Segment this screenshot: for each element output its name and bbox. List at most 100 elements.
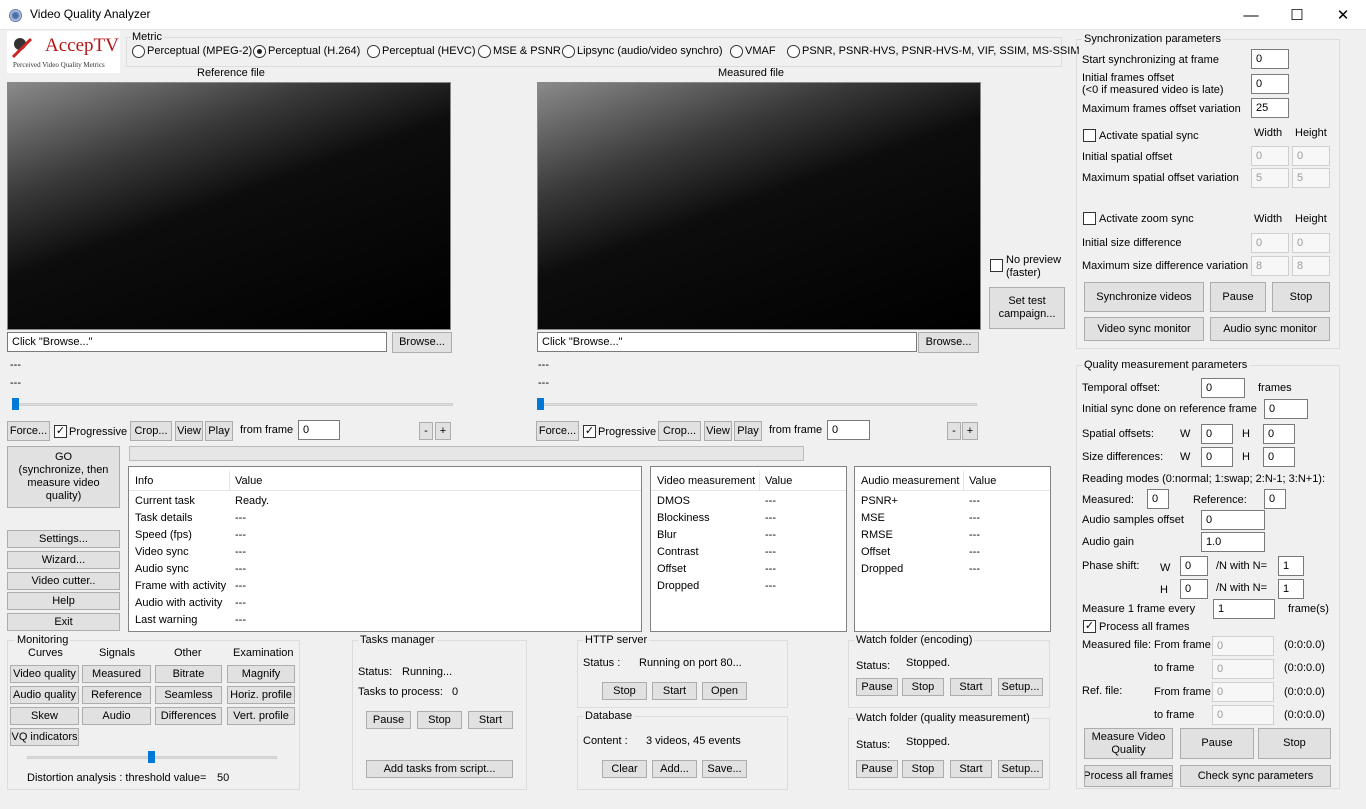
measured-slider-thumb[interactable] — [537, 398, 544, 410]
measured-path-field[interactable]: Click "Browse..." — [537, 332, 917, 352]
metric-radio-mpeg2[interactable] — [132, 45, 145, 58]
skew-button[interactable]: Skew — [10, 707, 79, 725]
reading-reference-input[interactable]: 0 — [1264, 489, 1286, 509]
sync-stop-button[interactable]: Stop — [1272, 282, 1330, 312]
watch-encoding-start-button[interactable]: Start — [950, 678, 992, 696]
phase-h-input[interactable]: 0 — [1180, 579, 1208, 599]
quality-pause-button[interactable]: Pause — [1180, 728, 1254, 759]
sync-start-input[interactable]: 0 — [1251, 49, 1289, 69]
watch-encoding-setup-button[interactable]: Setup... — [998, 678, 1043, 696]
database-clear-button[interactable]: Clear — [602, 760, 647, 778]
audio-sync-monitor-button[interactable]: Audio sync monitor — [1210, 317, 1330, 341]
audio-signal-button[interactable]: Audio — [82, 707, 151, 725]
check-sync-parameters-button[interactable]: Check sync parameters — [1180, 765, 1331, 787]
size-h-input[interactable]: 0 — [1263, 447, 1295, 467]
watch-quality-stop-button[interactable]: Stop — [902, 760, 944, 778]
magnify-button[interactable]: Magnify — [227, 665, 295, 683]
spatial-sync-checkbox[interactable] — [1083, 129, 1096, 142]
max-spatial-height-input[interactable]: 5 — [1292, 168, 1330, 188]
init-spatial-width-input[interactable]: 0 — [1251, 146, 1289, 166]
init-size-height-input[interactable]: 0 — [1292, 233, 1330, 253]
process-all-frames-checkbox[interactable]: ✓ — [1083, 620, 1096, 633]
add-tasks-button[interactable]: Add tasks from script... — [366, 760, 513, 778]
tasks-stop-button[interactable]: Stop — [417, 711, 462, 729]
watch-quality-setup-button[interactable]: Setup... — [998, 760, 1043, 778]
temporal-offset-input[interactable]: 0 — [1201, 378, 1245, 398]
sync-initial-input[interactable]: 0 — [1251, 74, 1289, 94]
size-w-input[interactable]: 0 — [1201, 447, 1233, 467]
no-preview-checkbox[interactable] — [990, 259, 1003, 272]
http-open-button[interactable]: Open — [702, 682, 747, 700]
measured-browse-button[interactable]: Browse... — [918, 332, 979, 353]
reference-view-button[interactable]: View — [175, 421, 203, 441]
horiz-profile-button[interactable]: Horiz. profile — [227, 686, 295, 704]
reference-force-button[interactable]: Force... — [7, 421, 50, 441]
max-spatial-width-input[interactable]: 5 — [1251, 168, 1289, 188]
watch-quality-start-button[interactable]: Start — [950, 760, 992, 778]
measured-plus-button[interactable]: + — [962, 422, 978, 440]
database-add-button[interactable]: Add... — [652, 760, 697, 778]
reference-crop-button[interactable]: Crop... — [130, 421, 172, 441]
metric-radio-vmaf[interactable] — [730, 45, 743, 58]
vq-indicators-button[interactable]: VQ indicators — [10, 728, 79, 746]
ref-from-input[interactable]: 0 — [1212, 682, 1274, 702]
metric-radio-lipsync[interactable] — [562, 45, 575, 58]
measure-every-input[interactable]: 1 — [1213, 599, 1275, 619]
init-spatial-height-input[interactable]: 0 — [1292, 146, 1330, 166]
reference-minus-button[interactable]: - — [419, 422, 433, 440]
video-sync-monitor-button[interactable]: Video sync monitor — [1084, 317, 1204, 341]
settings-button[interactable]: Settings... — [7, 530, 120, 548]
max-size-height-input[interactable]: 8 — [1292, 256, 1330, 276]
audio-measurement-table[interactable]: Audio measurement Value PSNR+ --- MSE --- … — [854, 466, 1051, 632]
measured-crop-button[interactable]: Crop... — [658, 421, 701, 441]
watch-encoding-pause-button[interactable]: Pause — [856, 678, 898, 696]
measured-force-button[interactable]: Force... — [536, 421, 579, 441]
metric-radio-hevc[interactable] — [367, 45, 380, 58]
http-stop-button[interactable]: Stop — [602, 682, 647, 700]
ref-to-input[interactable]: 0 — [1212, 705, 1274, 725]
reference-path-field[interactable]: Click "Browse..." — [7, 332, 387, 352]
video-quality-button[interactable]: Video quality — [10, 665, 79, 683]
audio-offset-input[interactable]: 0 — [1201, 510, 1265, 530]
reference-slider[interactable] — [12, 403, 453, 406]
max-size-width-input[interactable]: 8 — [1251, 256, 1289, 276]
reference-browse-button[interactable]: Browse... — [392, 332, 452, 353]
distortion-slider-thumb[interactable] — [148, 751, 155, 763]
minimize-button[interactable]: — — [1228, 0, 1274, 30]
reference-plus-button[interactable]: + — [435, 422, 451, 440]
zoom-sync-checkbox[interactable] — [1083, 212, 1096, 225]
measure-video-quality-button[interactable]: Measure Video Quality — [1084, 728, 1173, 759]
spatial-w-input[interactable]: 0 — [1201, 424, 1233, 444]
database-save-button[interactable]: Save... — [702, 760, 747, 778]
sync-max-input[interactable]: 25 — [1251, 98, 1289, 118]
measured-minus-button[interactable]: - — [947, 422, 961, 440]
maximize-button[interactable]: ☐ — [1274, 0, 1320, 30]
video-cutter-button[interactable]: Video cutter.. — [7, 572, 120, 590]
spatial-h-input[interactable]: 0 — [1263, 424, 1295, 444]
go-button[interactable]: GO (synchronize, then measure video qual… — [7, 446, 120, 508]
info-table[interactable]: Info Value Current task Ready. Task detai… — [128, 466, 642, 632]
phase-w-input[interactable]: 0 — [1180, 556, 1208, 576]
seamless-button[interactable]: Seamless — [155, 686, 222, 704]
process-all-frames-button[interactable]: Process all frames — [1084, 765, 1173, 787]
wizard-button[interactable]: Wizard... — [7, 551, 120, 569]
measured-slider[interactable] — [537, 403, 977, 406]
set-test-campaign-button[interactable]: Set test campaign... — [989, 287, 1065, 329]
differences-button[interactable]: Differences — [155, 707, 222, 725]
metric-radio-psnr-multi[interactable] — [787, 45, 800, 58]
measured-from-frame-input[interactable]: 0 — [827, 420, 870, 440]
exit-button[interactable]: Exit — [7, 613, 120, 631]
phase-h-n-input[interactable]: 1 — [1278, 579, 1304, 599]
video-measurement-table[interactable]: Video measurement Value DMOS --- Blockine… — [650, 466, 847, 632]
vert-profile-button[interactable]: Vert. profile — [227, 707, 295, 725]
quality-stop-button[interactable]: Stop — [1258, 728, 1331, 759]
help-button[interactable]: Help — [7, 592, 120, 610]
measured-play-button[interactable]: Play — [734, 421, 762, 441]
tasks-pause-button[interactable]: Pause — [366, 711, 411, 729]
audio-gain-input[interactable]: 1.0 — [1201, 532, 1265, 552]
reference-play-button[interactable]: Play — [205, 421, 233, 441]
initial-sync-input[interactable]: 0 — [1264, 399, 1308, 419]
tasks-start-button[interactable]: Start — [468, 711, 513, 729]
reference-progressive-checkbox[interactable]: ✓ — [54, 425, 67, 438]
reference-slider-thumb[interactable] — [12, 398, 19, 410]
